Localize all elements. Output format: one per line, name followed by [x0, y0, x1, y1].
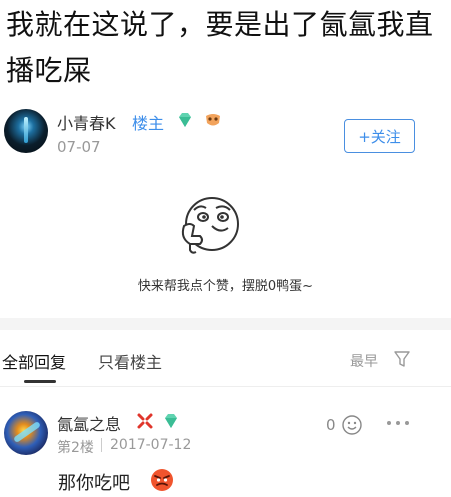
tabs-divider [0, 386, 451, 387]
post-title: 我就在这说了，要是出了氤氲我直播吃屎 [6, 8, 434, 87]
filter-icon[interactable] [394, 350, 410, 368]
tab-owner-only[interactable]: 只看楼主 [98, 349, 162, 373]
post-author-header: 小青春K 楼主 07-07 +关注 [0, 105, 451, 165]
post-date: 07-07 [57, 138, 101, 156]
anger-icon [137, 413, 153, 429]
like-face-icon[interactable] [341, 414, 363, 436]
more-icon[interactable] [385, 419, 411, 427]
mask-icon [206, 114, 220, 126]
reply-author-name[interactable]: 氤氲之息 [57, 411, 121, 435]
tab-all-replies[interactable]: 全部回复 [2, 349, 66, 373]
owner-tag: 楼主 [132, 114, 165, 133]
reply-item: 氤氲之息 第2楼 2017-07-12 0 那你吃吧 [0, 397, 451, 497]
follow-button[interactable]: +关注 [344, 119, 415, 153]
angry-face-emoji-icon [151, 469, 173, 491]
diamond-icon [179, 113, 191, 127]
meta-separator [101, 438, 102, 452]
reply-floor: 第2楼 [57, 440, 94, 456]
reply-avatar[interactable] [4, 411, 48, 455]
empty-state-message: 快来帮我点个赞，摆脱0鸭蛋~ [137, 279, 314, 294]
author-avatar[interactable] [4, 109, 48, 153]
reply-text: 那你吃吧 [58, 473, 130, 494]
author-name[interactable]: 小青春K [57, 110, 116, 134]
reply-tabs: 全部回复 只看楼主 最早 [0, 330, 451, 386]
section-divider [0, 318, 451, 330]
diamond-icon [165, 414, 177, 428]
thinking-face-icon [181, 197, 239, 254]
reply-date: 2017-07-12 [110, 437, 192, 453]
sort-earliest[interactable]: 最早 [350, 351, 378, 371]
active-tab-indicator [24, 380, 56, 383]
like-count: 0 [326, 416, 336, 434]
